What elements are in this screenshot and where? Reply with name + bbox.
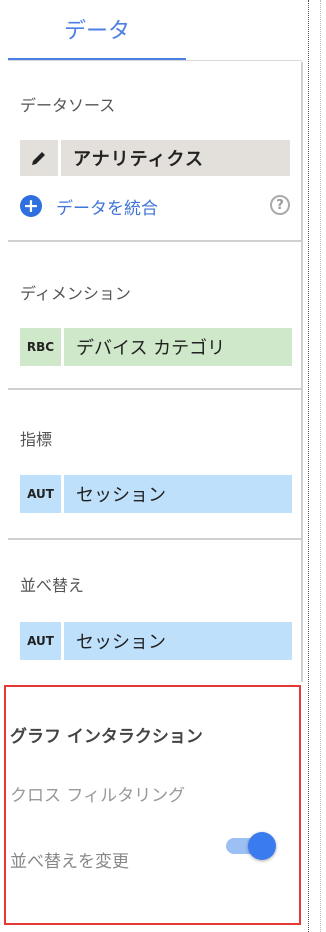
sort-title: 並べ替え: [20, 576, 85, 595]
section-divider: [8, 388, 302, 390]
metric-title: 指標: [20, 430, 53, 449]
edit-pencil-icon[interactable]: [20, 140, 61, 176]
data-source-name: アナリティクス: [73, 149, 205, 170]
toggle-knob: [248, 832, 276, 860]
blend-data-button[interactable]: + データを統合 ?: [20, 192, 290, 220]
panel-border: [301, 62, 303, 682]
field-type-label: AUT: [20, 475, 64, 513]
guide-dotted-line: [308, 0, 309, 932]
blend-data-label: データを統合: [56, 198, 158, 219]
dimension-chip[interactable]: RBC デバイス カテゴリ: [20, 328, 292, 366]
add-circle-icon: +: [20, 195, 42, 217]
change-sort-label: 並べ替えを変更: [10, 852, 129, 872]
tab-data[interactable]: データ: [8, 0, 186, 58]
section-divider: [8, 240, 302, 242]
dimension-title: ディメンション: [20, 284, 131, 303]
data-source-chip[interactable]: アナリティクス: [20, 140, 290, 176]
data-source-title: データソース: [20, 96, 116, 115]
metric-chip[interactable]: AUT セッション: [20, 475, 292, 513]
guide-dotted-line: [320, 0, 321, 932]
section-divider: [8, 538, 302, 540]
field-type-label: RBC: [20, 328, 64, 366]
chart-interaction-title: グラフ インタラクション: [10, 727, 203, 747]
cross-filtering-label: クロス フィルタリング: [10, 786, 186, 806]
help-icon[interactable]: ?: [270, 195, 290, 215]
metric-field-name: セッション: [76, 485, 166, 506]
change-sort-toggle[interactable]: [224, 832, 278, 860]
dimension-field-name: デバイス カテゴリ: [76, 338, 226, 359]
sort-field-name: セッション: [76, 632, 166, 653]
tab-bar-divider: [8, 60, 302, 61]
field-type-label: AUT: [20, 622, 64, 660]
sort-chip[interactable]: AUT セッション: [20, 622, 292, 660]
